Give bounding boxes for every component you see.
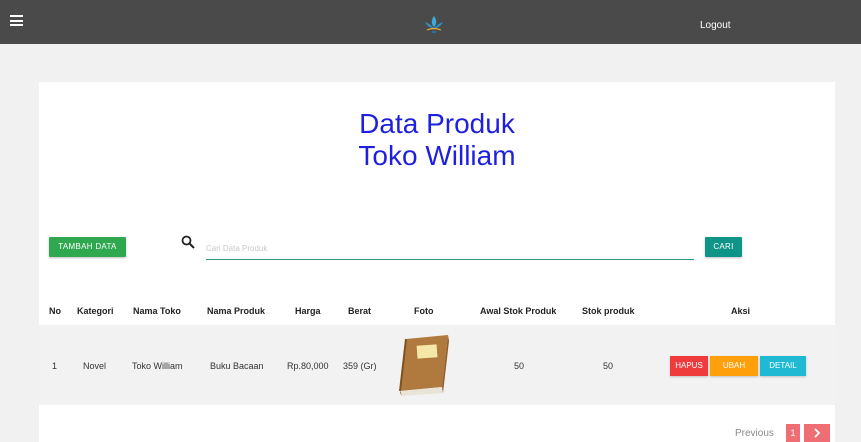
edit-button[interactable]: UBAH bbox=[710, 356, 758, 376]
cell-awal-stok: 50 bbox=[514, 361, 525, 371]
add-data-button[interactable]: TAMBAH DATA bbox=[49, 237, 126, 257]
search-icon bbox=[181, 235, 195, 249]
cell-stok: 50 bbox=[603, 361, 614, 371]
logout-link[interactable]: Logout bbox=[700, 20, 731, 31]
page-title-line-2: Toko William bbox=[358, 140, 516, 171]
cell-harga: Rp.80,000 bbox=[287, 361, 329, 371]
search-button[interactable]: CARI bbox=[705, 237, 742, 257]
cell-nama-produk: Buku Bacaan bbox=[210, 361, 264, 371]
column-header-stok: Stok produk bbox=[582, 306, 635, 316]
cell-kategori: Novel bbox=[83, 361, 107, 371]
column-header-awal-stok: Awal Stok Produk bbox=[480, 306, 557, 316]
search-input[interactable] bbox=[206, 238, 694, 260]
pagination-next-button[interactable] bbox=[804, 424, 830, 442]
chevron-right-icon bbox=[814, 428, 821, 438]
page-title: Data Produk Toko William bbox=[39, 108, 835, 172]
cell-no: 1 bbox=[52, 361, 58, 371]
column-header-foto: Foto bbox=[414, 306, 434, 316]
column-header-nama-toko: Nama Toko bbox=[133, 306, 181, 316]
column-header-berat: Berat bbox=[348, 306, 372, 316]
top-navbar: Logout bbox=[0, 0, 861, 44]
column-header-nama-produk: Nama Produk bbox=[207, 306, 266, 316]
column-header-kategori: Kategori bbox=[77, 306, 114, 316]
product-panel: Data Produk Toko William TAMBAH DATA CAR… bbox=[39, 82, 835, 442]
delete-button[interactable]: HAPUS bbox=[670, 356, 708, 376]
detail-button[interactable]: DETAIL bbox=[760, 356, 806, 376]
lotus-logo-icon bbox=[425, 16, 443, 33]
pagination-page-current[interactable]: 1 bbox=[786, 424, 800, 442]
page-title-line-1: Data Produk bbox=[359, 108, 515, 139]
column-header-aksi: Aksi bbox=[731, 306, 751, 316]
column-header-no: No bbox=[49, 306, 61, 316]
pagination-previous[interactable]: Previous bbox=[735, 428, 774, 439]
column-header-harga: Harga bbox=[295, 306, 321, 316]
hamburger-menu-icon[interactable] bbox=[10, 15, 23, 26]
cell-nama-toko: Toko William bbox=[132, 361, 183, 371]
book-icon bbox=[399, 335, 449, 396]
cell-berat: 359 (Gr) bbox=[343, 361, 377, 371]
